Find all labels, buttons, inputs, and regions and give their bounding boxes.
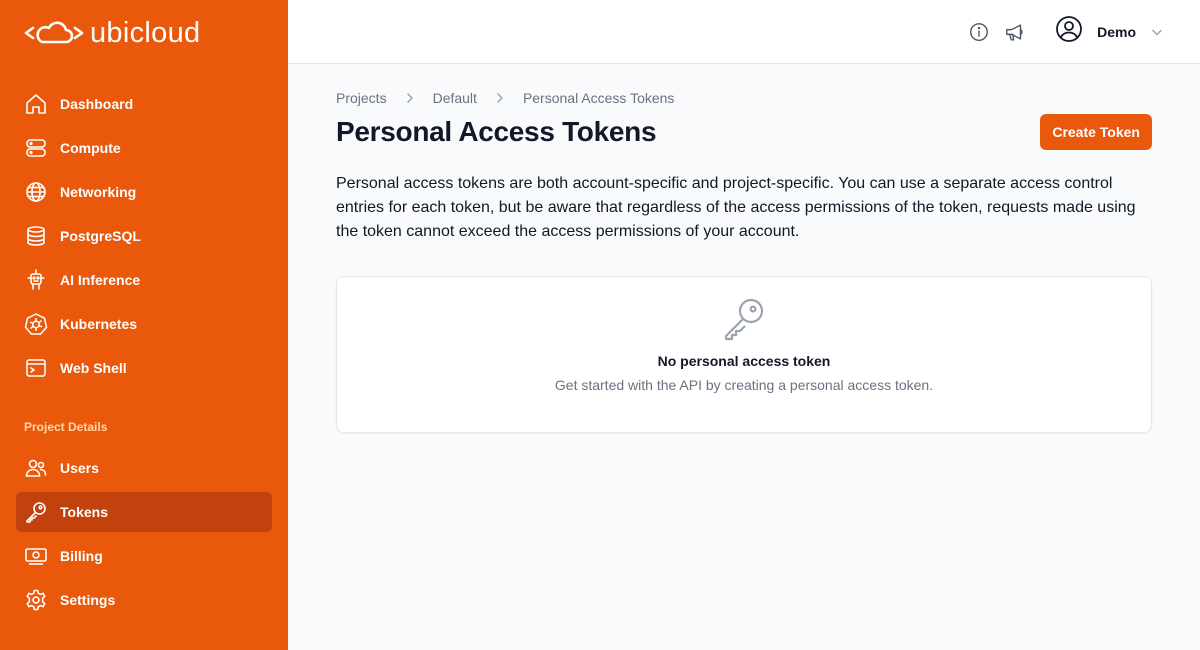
topbar: Demo	[288, 0, 1200, 64]
gear-icon	[24, 588, 48, 612]
create-token-button[interactable]: Create Token	[1040, 114, 1152, 150]
user-avatar-icon	[1055, 15, 1083, 48]
sidebar-item-label: Web Shell	[60, 360, 127, 376]
empty-state-card: No personal access token Get started wit…	[336, 276, 1152, 433]
globe-icon	[24, 180, 48, 204]
user-name: Demo	[1097, 23, 1136, 40]
database-icon	[24, 224, 48, 248]
user-menu[interactable]: Demo	[1055, 15, 1164, 48]
sidebar-item-label: Kubernetes	[60, 316, 138, 332]
page-description: Personal access tokens are both account-…	[336, 175, 1136, 240]
key-icon	[24, 500, 48, 524]
section-title-project-details: Project Details	[24, 420, 108, 434]
brand-name: ubicloud	[90, 16, 201, 49]
breadcrumb: Projects Default Personal Access Tokens	[336, 86, 1152, 110]
sidebar-item-label: PostgreSQL	[60, 228, 141, 244]
breadcrumb-default[interactable]: Default	[433, 90, 477, 106]
home-icon	[24, 92, 48, 116]
sidebar-item-label: Dashboard	[60, 96, 134, 112]
chevron-right-icon	[403, 91, 417, 105]
sidebar-item-ai-inference[interactable]: AI Inference	[16, 260, 272, 300]
page-content: Projects Default Personal Access Tokens …	[336, 86, 1152, 433]
page-title: Personal Access Tokens	[336, 116, 657, 147]
sidebar-item-billing[interactable]: Billing	[16, 536, 272, 576]
sidebar-item-web-shell[interactable]: Web Shell	[16, 348, 272, 388]
sidebar-item-label: Compute	[60, 140, 121, 156]
main-area: Demo Projects Default Personal Access To…	[288, 0, 1200, 650]
sidebar-item-tokens[interactable]: Tokens	[16, 492, 272, 532]
chevron-right-icon	[493, 91, 507, 105]
sidebar-item-networking[interactable]: Networking	[16, 172, 272, 212]
project-nav: Users Tokens Billing Settings	[16, 448, 272, 624]
sidebar-item-dashboard[interactable]: Dashboard	[16, 84, 272, 124]
megaphone-icon[interactable]	[1003, 20, 1027, 44]
empty-state-title: No personal access token	[657, 353, 831, 369]
app: ubicloud Dashboard Compute Networking Po…	[0, 0, 1200, 650]
sidebar-item-label: Settings	[60, 592, 116, 608]
sidebar-item-postgresql[interactable]: PostgreSQL	[16, 216, 272, 256]
cloud-logo-icon	[24, 21, 84, 44]
sidebar-item-kubernetes[interactable]: Kubernetes	[16, 304, 272, 344]
sidebar-item-label: Tokens	[60, 504, 108, 520]
key-icon	[720, 295, 768, 343]
sidebar-item-label: Networking	[60, 184, 137, 200]
users-icon	[24, 456, 48, 480]
info-icon[interactable]	[967, 20, 991, 44]
chevron-down-icon	[1152, 29, 1162, 35]
sidebar-item-label: Users	[60, 460, 99, 476]
sidebar-item-settings[interactable]: Settings	[16, 580, 272, 620]
breadcrumb-projects[interactable]: Projects	[336, 90, 387, 106]
cpu-robot-icon	[24, 268, 48, 292]
sidebar-item-compute[interactable]: Compute	[16, 128, 272, 168]
terminal-icon	[24, 356, 48, 380]
breadcrumb-current[interactable]: Personal Access Tokens	[523, 90, 675, 106]
brand-logo[interactable]: ubicloud	[24, 16, 200, 50]
sidebar-item-users[interactable]: Users	[16, 448, 272, 488]
sidebar-item-label: Billing	[60, 548, 103, 564]
page-header: Personal Access Tokens Create Token	[336, 114, 1152, 150]
empty-state-subtitle: Get started with the API by creating a p…	[554, 377, 934, 393]
banknote-icon	[24, 544, 48, 568]
server-icon	[24, 136, 48, 160]
main-nav: Dashboard Compute Networking PostgreSQL	[16, 84, 272, 392]
kubernetes-icon	[24, 312, 48, 336]
sidebar: ubicloud Dashboard Compute Networking Po…	[0, 0, 288, 650]
sidebar-item-label: AI Inference	[60, 272, 141, 288]
